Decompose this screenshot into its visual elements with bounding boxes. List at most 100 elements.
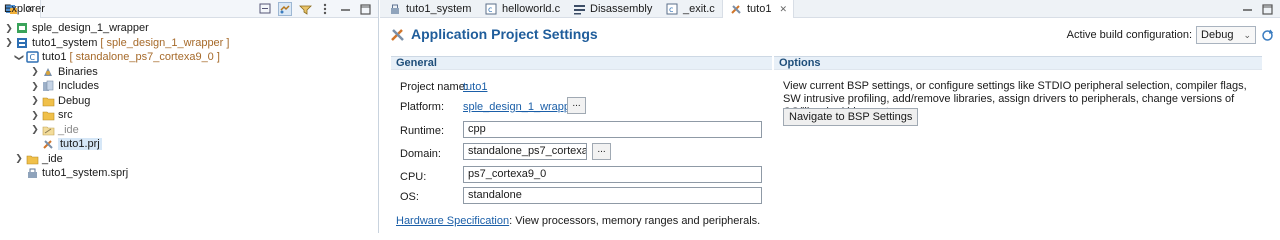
- cpu-field[interactable]: ps7_cortexa9_0: [463, 166, 762, 183]
- tree-item-label: tuto1_system: [32, 36, 98, 49]
- tree-item-decoration: [ standalone_ps7_cortexa9_0 ]: [69, 51, 220, 64]
- tree-item-sprj[interactable]: tuto1_system.sprj: [0, 166, 378, 181]
- platform-browse-button[interactable]: ...: [567, 97, 586, 114]
- view-menu-icon[interactable]: [318, 2, 332, 16]
- editor-tab-tuto1-system[interactable]: tuto1_system: [382, 0, 477, 18]
- domain-browse-button[interactable]: ...: [592, 143, 611, 160]
- editor-tab-tuto1[interactable]: tuto1 ✕: [722, 0, 795, 18]
- editor-tab-label: helloworld.c: [502, 3, 561, 15]
- build-config-value: Debug: [1201, 29, 1234, 41]
- tree-item-app[interactable]: ❯ C tuto1 [ standalone_ps7_cortexa9_0 ]: [0, 50, 378, 65]
- tree-item-label: tuto1_system.sprj: [42, 167, 129, 180]
- expand-icon[interactable]: ❯: [4, 23, 14, 34]
- collapse-all-icon[interactable]: [258, 2, 272, 16]
- tree-item-label: tuto1: [42, 51, 67, 64]
- tree-item-label: Binaries: [58, 65, 98, 78]
- maximize-icon[interactable]: [358, 2, 372, 16]
- domain-field[interactable]: standalone_ps7_cortexa9_0: [463, 143, 587, 160]
- editor-tab-disassembly[interactable]: Disassembly: [566, 0, 658, 18]
- system-settings-icon: [25, 167, 39, 179]
- build-config-select[interactable]: Debug ⌄: [1196, 26, 1256, 44]
- project-settings-icon: [390, 26, 406, 42]
- project-name-label: Project name:: [400, 81, 468, 93]
- minimize-icon[interactable]: [338, 2, 352, 16]
- page-title: Application Project Settings: [390, 26, 598, 42]
- tree-item-ide-root[interactable]: ❯ _ide: [0, 152, 378, 167]
- settings-header: Application Project Settings Active buil…: [380, 19, 1280, 49]
- minimize-icon[interactable]: [1240, 2, 1254, 16]
- expand-icon[interactable]: ❯: [14, 153, 24, 164]
- folder-icon: [41, 95, 55, 107]
- close-icon[interactable]: ✕: [779, 4, 787, 15]
- binaries-icon: [41, 66, 55, 78]
- link-with-editor-icon[interactable]: [278, 2, 292, 16]
- navigate-bsp-settings-button[interactable]: Navigate to BSP Settings: [783, 108, 919, 126]
- os-field[interactable]: standalone: [463, 187, 762, 204]
- explorer-tab-label: Explorer: [4, 3, 45, 15]
- svg-text:c: c: [488, 5, 492, 14]
- tree-item-prj[interactable]: tuto1.prj: [0, 137, 378, 152]
- tree-item-label: tuto1.prj: [58, 138, 102, 151]
- editor-tab-exit[interactable]: c _exit.c: [659, 0, 721, 18]
- explorer-tabbar: Explorer ✕: [0, 0, 378, 18]
- project-tree: ❯ sple_design_1_wrapper ❯ tuto1_system […: [0, 18, 378, 181]
- tree-item-system[interactable]: ❯ tuto1_system [ sple_design_1_wrapper ]: [0, 36, 378, 51]
- tree-item-label: Includes: [58, 80, 99, 93]
- options-section-header: Options: [774, 56, 1262, 70]
- project-settings-icon: [729, 2, 743, 16]
- runtime-label: Runtime:: [400, 125, 445, 137]
- editor-tab-label: tuto1_system: [406, 3, 472, 15]
- maximize-icon[interactable]: [1260, 2, 1274, 16]
- expand-icon[interactable]: ❯: [30, 95, 40, 106]
- explorer-view: Explorer ✕ ❯ sple_design_1_wrapper ❯ tut…: [0, 0, 379, 233]
- editor-tab-label: _exit.c: [683, 3, 715, 15]
- disassembly-icon: [572, 2, 586, 16]
- application-project-icon: C: [25, 51, 39, 63]
- project-name-link[interactable]: tuto1: [463, 81, 487, 93]
- tree-item-src[interactable]: ❯ src: [0, 108, 378, 123]
- editor-area: tuto1_system c helloworld.c Disassembly …: [380, 0, 1280, 233]
- chevron-down-icon: ⌄: [1243, 29, 1251, 40]
- domain-label: Domain:: [400, 148, 441, 160]
- tree-item-includes[interactable]: ❯ Includes: [0, 79, 378, 94]
- hardware-spec-line: Hardware Specification: View processors,…: [396, 215, 760, 227]
- tree-item-debug[interactable]: ❯ Debug: [0, 94, 378, 109]
- collapse-icon[interactable]: ❯: [14, 52, 25, 62]
- runtime-field[interactable]: cpp: [463, 121, 762, 138]
- folder-icon: [41, 109, 55, 121]
- active-build-label: Active build configuration:: [1066, 29, 1193, 41]
- tree-item-hardware[interactable]: ❯ sple_design_1_wrapper: [0, 21, 378, 36]
- expand-icon[interactable]: ❯: [30, 66, 40, 77]
- hardware-spec-text: : View processors, memory ranges and per…: [509, 215, 761, 227]
- c-file-icon: c: [484, 2, 498, 16]
- system-project-icon: [15, 37, 29, 49]
- tree-item-label: _ide: [42, 152, 63, 165]
- editor-tab-helloworld[interactable]: c helloworld.c: [478, 0, 566, 18]
- c-file-icon: c: [665, 2, 679, 16]
- project-settings-icon: [41, 138, 55, 150]
- general-section-header: General: [391, 56, 772, 70]
- ide-folder-icon: [41, 124, 55, 136]
- platform-link[interactable]: sple_design_1_wrapper: [463, 101, 580, 113]
- tree-item-label: src: [58, 109, 73, 122]
- hardware-platform-icon: [15, 22, 29, 34]
- os-label: OS:: [400, 191, 419, 203]
- tree-item-label: Debug: [58, 94, 91, 107]
- cpu-label: CPU:: [400, 171, 427, 183]
- active-build-config: Active build configuration: Debug ⌄: [1067, 26, 1274, 44]
- refresh-icon[interactable]: [1260, 28, 1274, 42]
- collapse-icon[interactable]: ❯: [4, 37, 14, 48]
- hardware-spec-link[interactable]: Hardware Specification: [396, 215, 509, 227]
- page-title-text: Application Project Settings: [411, 26, 598, 42]
- expand-icon[interactable]: ❯: [30, 110, 40, 121]
- filters-icon[interactable]: [298, 2, 312, 16]
- platform-label: Platform:: [400, 101, 445, 113]
- editor-tab-label: Disassembly: [590, 3, 653, 15]
- tree-item-binaries[interactable]: ❯ Binaries: [0, 65, 378, 80]
- expand-icon[interactable]: ❯: [30, 81, 40, 92]
- tree-item-ide[interactable]: ❯ _ide: [0, 123, 378, 138]
- tree-item-label: _ide: [58, 123, 79, 136]
- explorer-tab[interactable]: Explorer ✕: [0, 0, 45, 18]
- expand-icon[interactable]: ❯: [30, 124, 40, 135]
- explorer-toolbar: [258, 2, 372, 16]
